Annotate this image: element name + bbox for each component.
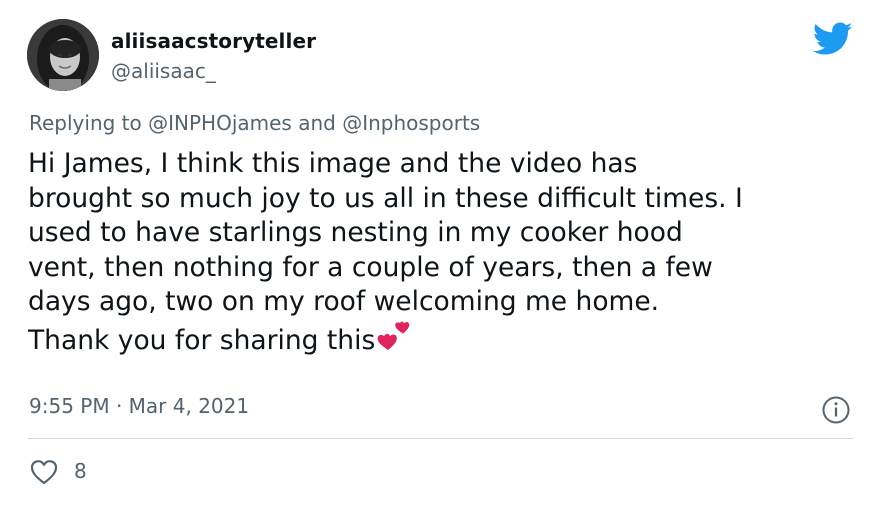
tweet-card: aliisaacstoryteller @aliisaac_ Replying … bbox=[0, 0, 880, 507]
heart-outline-icon[interactable] bbox=[30, 459, 58, 485]
tweet-text-line: Thank you for sharing this bbox=[28, 324, 376, 356]
tweet-text-line: used to have starlings nesting in my coo… bbox=[28, 217, 683, 249]
avatar-photo bbox=[27, 19, 99, 91]
tweet-text: Hi James, I think this image and the vid… bbox=[28, 147, 858, 362]
replying-to: Replying to @INPHOjames and @Inphosports bbox=[29, 111, 480, 135]
two-hearts-emoji bbox=[376, 320, 414, 362]
info-icon[interactable] bbox=[821, 395, 851, 425]
author-handle[interactable]: @aliisaac_ bbox=[111, 59, 216, 83]
avatar[interactable] bbox=[27, 19, 99, 91]
tweet-text-line: Hi James, I think this image and the vid… bbox=[28, 148, 638, 179]
twitter-bird-icon[interactable] bbox=[812, 22, 853, 56]
like-count[interactable]: 8 bbox=[74, 459, 87, 483]
replying-to-prefix: Replying to bbox=[29, 111, 149, 135]
tweet-timestamp[interactable]: 9:55 PM · Mar 4, 2021 bbox=[29, 394, 249, 418]
tweet-text-line: days ago, two on my roof welcoming me ho… bbox=[28, 286, 660, 318]
tweet-text-line: vent, then nothing for a couple of years… bbox=[28, 251, 713, 283]
tweet-text-line: brought so much joy to us all in these d… bbox=[28, 182, 743, 214]
tweet-text-last-line: Thank you for sharing this bbox=[28, 320, 858, 362]
mention-inphosports[interactable]: @Inphosports bbox=[342, 111, 480, 135]
replying-to-joiner: and bbox=[291, 111, 343, 135]
author-display-name[interactable]: aliisaacstoryteller bbox=[111, 29, 316, 53]
divider bbox=[28, 438, 853, 439]
mention-inphojames[interactable]: @INPHOjames bbox=[148, 111, 292, 135]
